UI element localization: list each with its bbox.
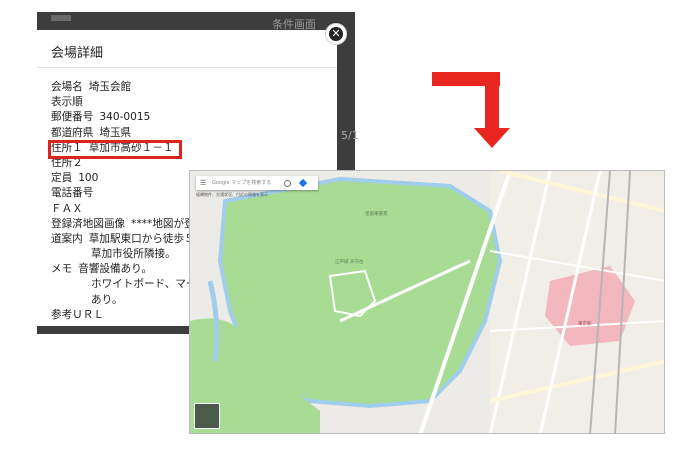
detail-row-continuation: あり。 bbox=[91, 293, 123, 306]
detail-row: 道案内 草加駅東口から徒歩５ bbox=[51, 232, 207, 247]
dialog-title: 会場詳細 bbox=[51, 46, 104, 61]
detail-row-continuation: 草加市役所隣接。 bbox=[91, 248, 176, 261]
detail-row-value: 埼玉県 bbox=[99, 126, 132, 139]
detail-row: ＦＡＸ bbox=[51, 202, 207, 217]
detail-row-label: 道案内 bbox=[51, 232, 83, 245]
menu-icon[interactable]: ☰ bbox=[200, 176, 206, 190]
close-button[interactable]: ✕ bbox=[325, 23, 347, 45]
map-sub-bar: 候補物件、交通状況、付近の情報を表示 bbox=[196, 192, 268, 197]
detail-row: メモ 音響設備あり。 bbox=[51, 262, 207, 277]
detail-row: 電話番号 bbox=[51, 186, 207, 201]
detail-row-label: 参考ＵＲＬ bbox=[51, 308, 104, 321]
map-label-garden: 皇居東御苑 bbox=[365, 212, 388, 217]
map-search-bar[interactable]: ☰ Google マップを検索する bbox=[196, 176, 318, 190]
detail-row: 参考ＵＲＬ bbox=[51, 308, 207, 323]
detail-row-label: 会場名 bbox=[51, 81, 83, 93]
detail-row-value: 埼玉会館 bbox=[88, 81, 132, 93]
map-label-castle: 江戸城 天守台 bbox=[335, 260, 364, 265]
detail-row-label: 都道府県 bbox=[51, 126, 94, 139]
background-header-block bbox=[51, 15, 71, 21]
detail-row: 会場名 埼玉会館 bbox=[51, 80, 207, 95]
map-label-station: 東京駅 bbox=[578, 322, 592, 327]
detail-row-label: 電話番号 bbox=[51, 187, 94, 200]
detail-row: 登録済地図画像 ****地図が登録 bbox=[51, 217, 207, 232]
dialog-divider bbox=[37, 67, 337, 68]
satellite-toggle-button[interactable] bbox=[194, 403, 220, 429]
detail-row-value: 音響設備あり。 bbox=[78, 263, 153, 276]
detail-row: 都道府県 埼玉県 bbox=[51, 126, 207, 141]
detail-row-label: 郵便番号 bbox=[51, 111, 94, 124]
detail-row-continuation: ホワイトボード、マーカ bbox=[91, 278, 208, 291]
background-fraction: 5/1 bbox=[341, 129, 359, 142]
detail-row: 郵便番号 340-0015 bbox=[51, 110, 207, 125]
map-view[interactable]: ☰ Google マップを検索する 候補物件、交通状況、付近の情報を表示 江戸城… bbox=[189, 170, 665, 434]
map-canvas[interactable] bbox=[190, 171, 665, 434]
directions-icon[interactable] bbox=[298, 178, 308, 188]
map-search-placeholder[interactable]: Google マップを検索する bbox=[212, 176, 271, 190]
arrow-down-icon bbox=[474, 128, 510, 148]
detail-row-label: 表示順 bbox=[51, 96, 83, 109]
detail-row-label: ＦＡＸ bbox=[51, 202, 83, 215]
detail-row-label: 定員 bbox=[51, 172, 73, 185]
detail-row-value: 340-0015 bbox=[99, 111, 151, 124]
close-icon: ✕ bbox=[329, 27, 343, 41]
detail-row-value: 100 bbox=[78, 172, 99, 185]
detail-rows: 会場名 埼玉会館 表示順 郵便番号 340-0015 都道府県 埼玉県 住所１ 草加市高砂１－１… bbox=[51, 80, 207, 323]
address-highlight-box bbox=[48, 140, 182, 159]
detail-row-value: 草加駅東口から徒歩５ bbox=[88, 232, 195, 245]
arrow-vertical bbox=[485, 72, 499, 130]
search-icon[interactable] bbox=[284, 180, 291, 187]
detail-row-label: メモ bbox=[51, 263, 73, 276]
detail-row: 定員 100 bbox=[51, 171, 207, 186]
detail-row-label: 登録済地図画像 bbox=[51, 217, 126, 230]
detail-row: 表示順 bbox=[51, 95, 207, 110]
